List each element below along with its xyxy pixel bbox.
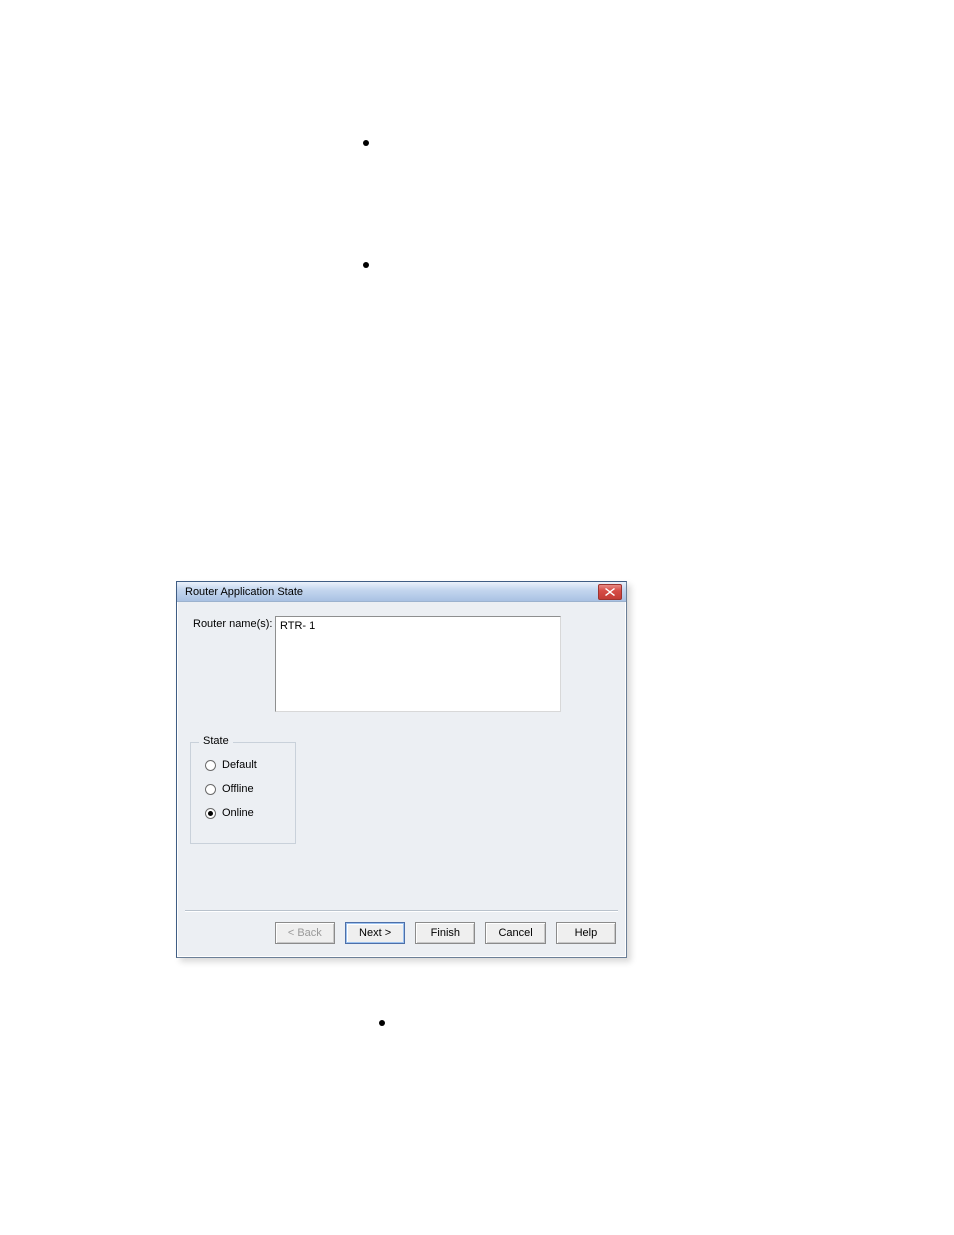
back-button: < Back [275, 922, 335, 944]
next-button[interactable]: Next > [345, 922, 405, 944]
dialog-divider [185, 910, 618, 912]
radio-icon [205, 784, 216, 795]
bullet-dot-icon [363, 140, 369, 146]
router-names-label: Router name(s): [193, 616, 275, 712]
help-button[interactable]: Help [556, 922, 616, 944]
button-label: Finish [431, 927, 460, 939]
bullet-dot-icon [379, 1020, 385, 1026]
router-application-state-dialog: Router Application State Router name(s):… [176, 581, 627, 958]
page: Router Application State Router name(s):… [0, 0, 954, 1235]
router-names-listbox[interactable]: RTR- 1 [275, 616, 561, 712]
radio-label: Default [222, 759, 257, 771]
button-label: Cancel [498, 927, 532, 939]
button-label: Next > [359, 927, 391, 939]
dialog-titlebar[interactable]: Router Application State [177, 582, 626, 602]
dialog-button-bar: < Back Next > Finish Cancel Help [177, 922, 626, 948]
dialog-body: Router name(s): RTR- 1 State Default Off… [177, 602, 626, 958]
button-label: < Back [288, 927, 322, 939]
state-option-online[interactable]: Online [205, 807, 295, 819]
finish-button[interactable]: Finish [415, 922, 475, 944]
radio-icon [205, 760, 216, 771]
router-names-row: Router name(s): RTR- 1 [193, 616, 610, 712]
radio-icon [205, 808, 216, 819]
close-icon [605, 588, 615, 596]
state-legend: State [199, 735, 233, 747]
bullet-dot-icon [363, 262, 369, 268]
radio-label: Offline [222, 783, 254, 795]
button-spacer [187, 922, 265, 948]
button-label: Help [575, 927, 598, 939]
state-groupbox: State Default Offline Online [190, 742, 296, 844]
radio-label: Online [222, 807, 254, 819]
state-option-offline[interactable]: Offline [205, 783, 295, 795]
window-close-button[interactable] [598, 584, 622, 600]
dialog-title: Router Application State [185, 586, 598, 598]
cancel-button[interactable]: Cancel [485, 922, 545, 944]
state-option-default[interactable]: Default [205, 759, 295, 771]
list-item[interactable]: RTR- 1 [280, 619, 556, 633]
